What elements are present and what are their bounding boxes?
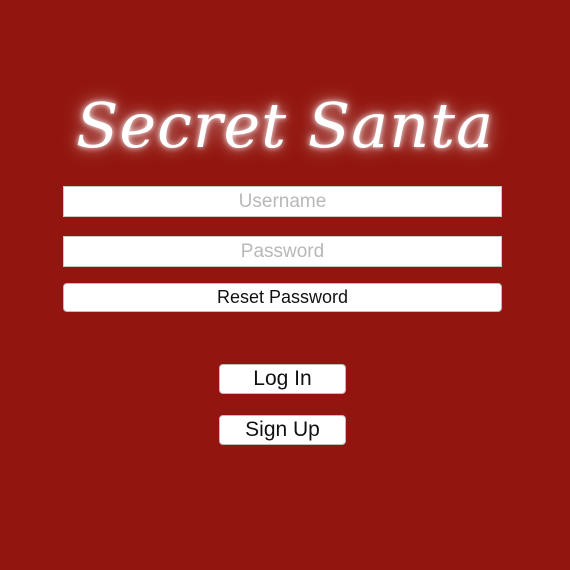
app-title: Secret Santa [75, 89, 495, 162]
username-input[interactable] [63, 186, 502, 217]
reset-password-button[interactable]: Reset Password [63, 283, 502, 312]
login-screen: Secret Santa Reset Password Log In Sign … [0, 0, 570, 570]
signup-button[interactable]: Sign Up [219, 415, 346, 445]
login-button[interactable]: Log In [219, 364, 346, 394]
password-input[interactable] [63, 236, 502, 267]
